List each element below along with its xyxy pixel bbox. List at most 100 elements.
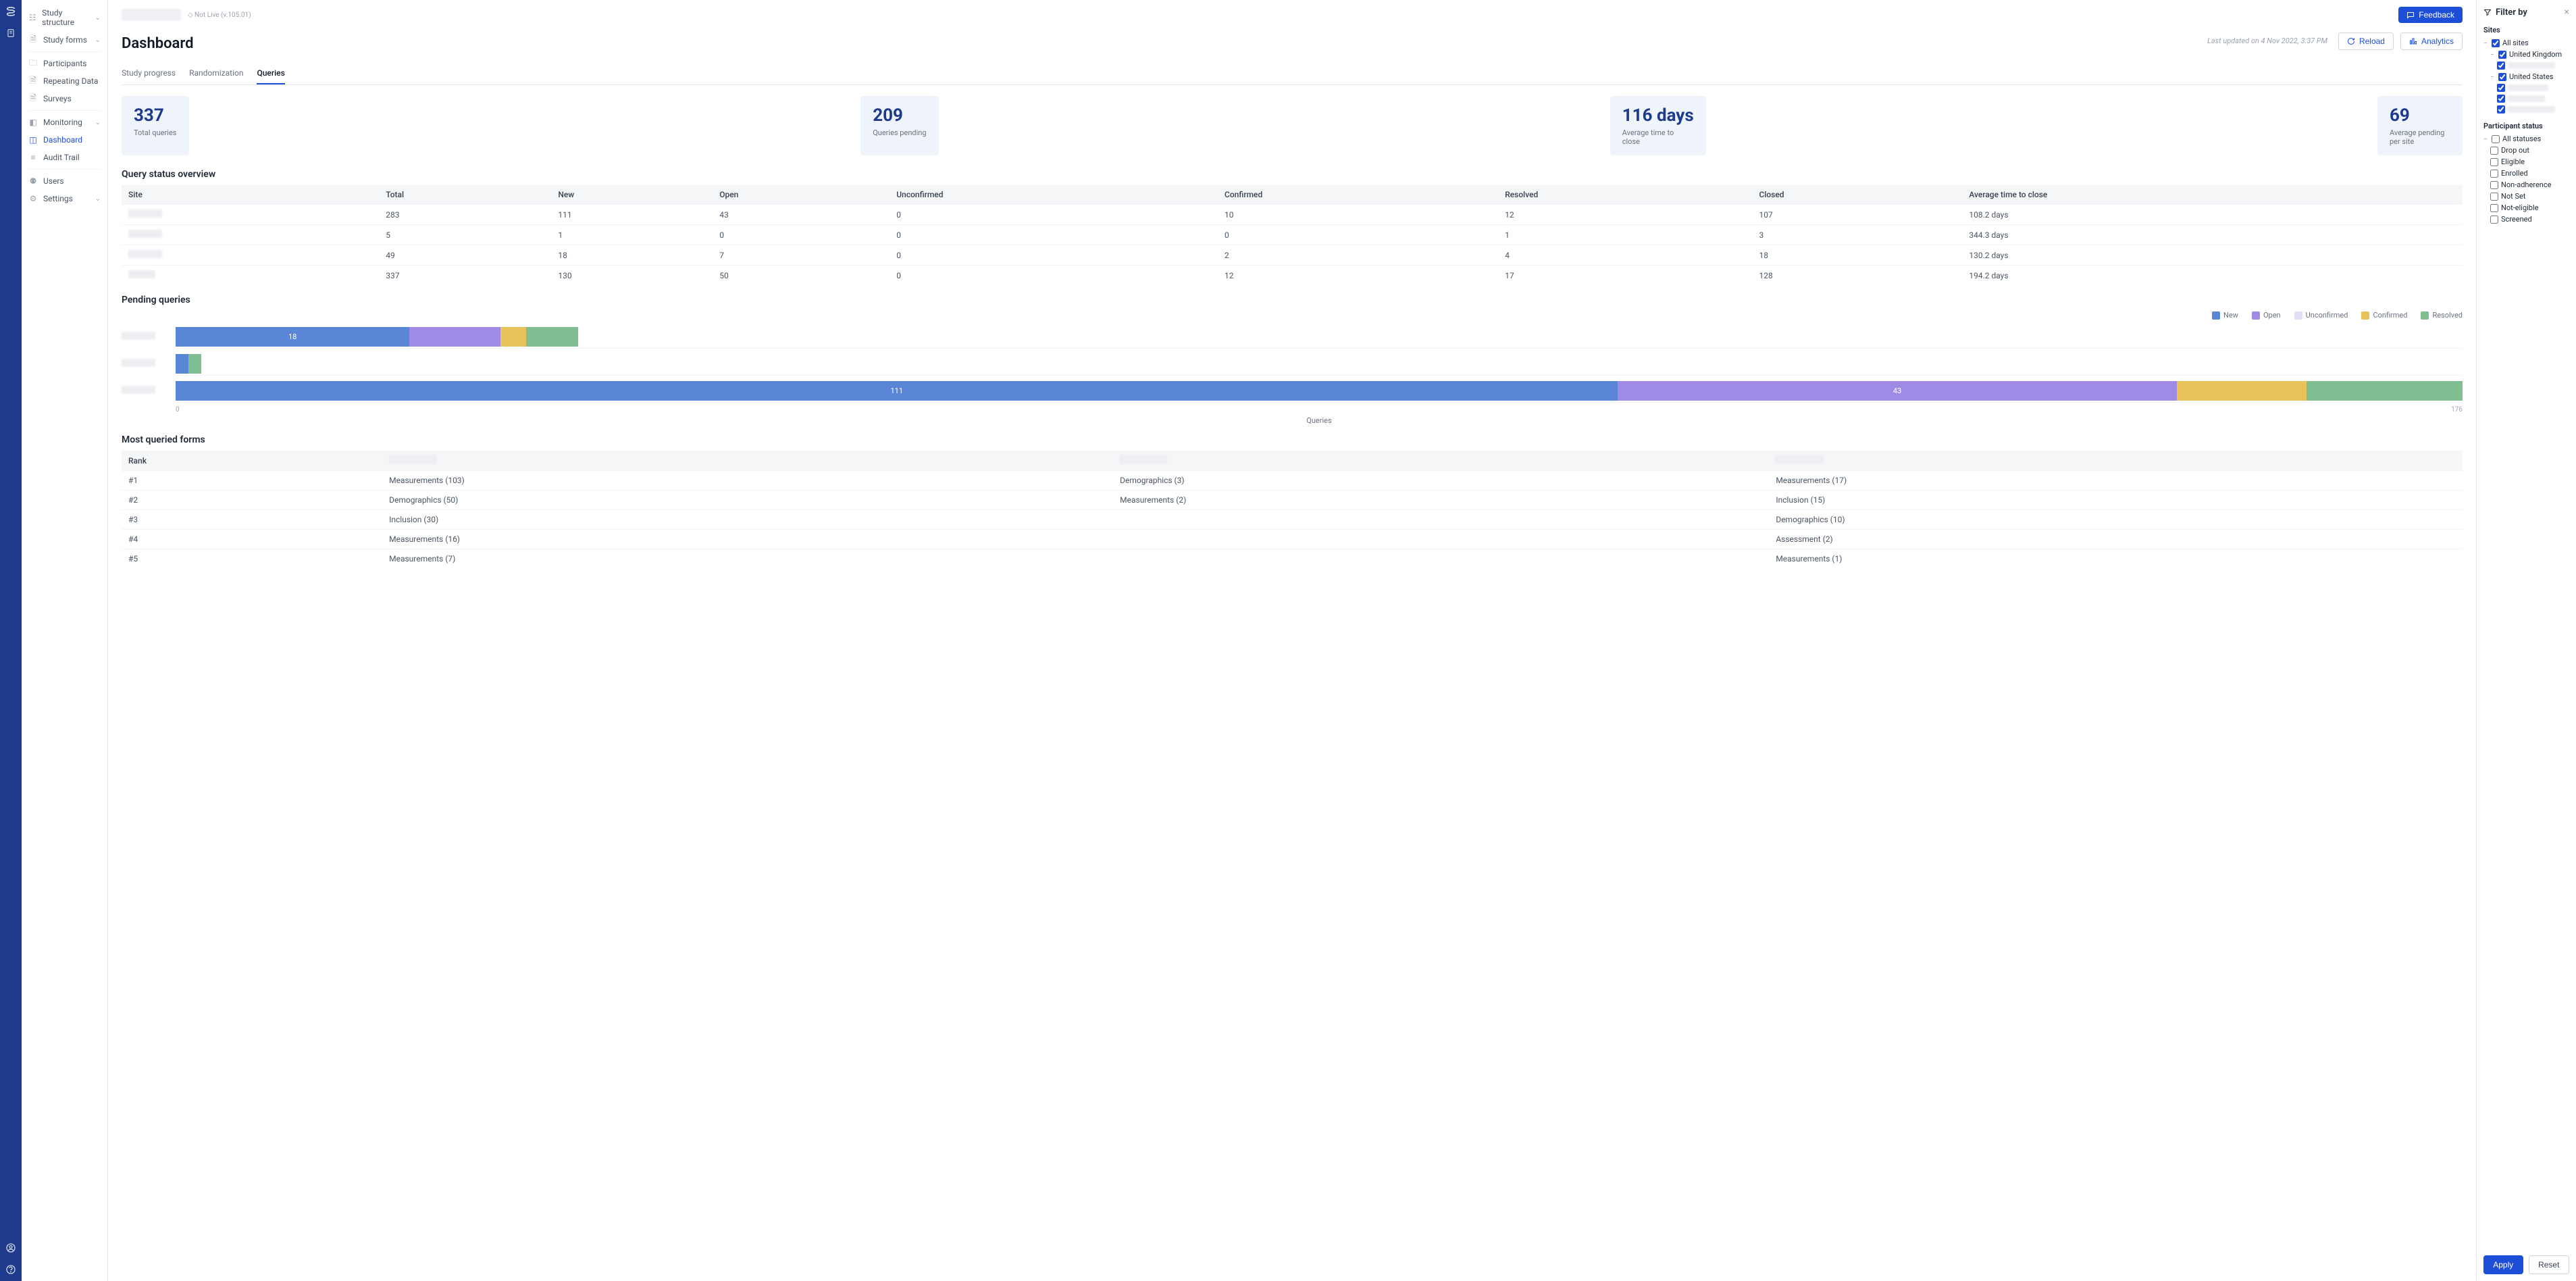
legend-swatch	[2252, 311, 2260, 320]
table-cell: 50	[713, 266, 890, 286]
bar-segment	[2307, 381, 2463, 401]
section-query-status-overview: Query status overview	[122, 169, 2463, 180]
sidebar-item-label: Users	[43, 176, 64, 186]
legend-item: New	[2212, 311, 2238, 320]
tab-queries[interactable]: Queries	[257, 63, 284, 84]
section-most-queried-forms: Most queried forms	[122, 434, 2463, 445]
filter-title-label: Filter by	[2496, 7, 2527, 18]
card-avg-pending-site: 69Average pending per site	[2377, 96, 2463, 155]
analytics-button[interactable]: Analytics	[2400, 32, 2463, 50]
chart-bar-row: 18	[122, 325, 2463, 349]
table-cell: 1	[551, 225, 713, 245]
table-cell: 108.2 days	[1962, 205, 2463, 225]
table-cell: 0	[890, 205, 1218, 225]
status-label: Eligible	[2501, 157, 2525, 166]
clipboard-icon[interactable]	[5, 27, 17, 39]
user-icon[interactable]	[5, 1242, 17, 1254]
status-label: Not Set	[2501, 192, 2525, 201]
tree-toggle[interactable]	[2490, 72, 2496, 81]
table-cell: 0	[890, 266, 1218, 286]
table-cell: 130.2 days	[1962, 245, 2463, 266]
sidebar-item-study-structure[interactable]: ☷Study structure⌄	[22, 4, 107, 31]
header-redacted	[1120, 455, 1167, 463]
table-header	[1113, 451, 1769, 471]
header-redacted	[1776, 455, 1823, 463]
help-icon[interactable]	[5, 1263, 17, 1276]
checkbox-all-sites[interactable]	[2492, 39, 2500, 47]
status-tree: All statuses Drop outEligibleEnrolledNon…	[2483, 133, 2569, 225]
bar-label-redacted	[122, 386, 155, 394]
checkbox-status[interactable]	[2490, 204, 2498, 212]
sidebar-item-label: Study forms	[43, 35, 87, 45]
sidebar-item-monitoring[interactable]: ◧Monitoring⌄	[22, 114, 107, 131]
status-row: Eligible	[2483, 156, 2569, 168]
table-row: 4918702418130.2 days	[122, 245, 2463, 266]
status-row: Not-eligible	[2483, 202, 2569, 214]
sidebar-item-study-forms[interactable]: 🗎Study forms⌄	[22, 31, 107, 49]
card-label: Average time to close	[1622, 128, 1683, 146]
sidebar-item-label: Surveys	[43, 94, 72, 103]
tab-study-progress[interactable]: Study progress	[122, 63, 176, 84]
checkbox-status[interactable]	[2490, 170, 2498, 178]
sidebar-item-repeating-data[interactable]: 🗎Repeating Data	[22, 72, 107, 90]
chevron-down-icon: ⌄	[95, 195, 101, 203]
sidebar-item-audit-trail[interactable]: ≡Audit Trail	[22, 149, 107, 166]
summary-cards: 337Total queries 209Queries pending 116 …	[122, 96, 2463, 155]
sidebar-item-surveys[interactable]: 🗎Surveys	[22, 90, 107, 107]
table-header	[1769, 451, 2463, 471]
checkbox-site[interactable]	[2497, 95, 2505, 103]
apply-button[interactable]: Apply	[2483, 1255, 2523, 1274]
tree-label: United Kingdom	[2509, 50, 2562, 59]
card-value: 209	[873, 105, 926, 126]
sidebar-item-label: Repeating Data	[43, 76, 98, 86]
axis-tick-min: 0	[176, 406, 180, 413]
card-label: Queries pending	[873, 128, 926, 137]
checkbox-status[interactable]	[2490, 147, 2498, 155]
table-header: Resolved	[1498, 185, 1752, 205]
checkbox-status[interactable]	[2490, 193, 2498, 201]
table-header: Rank	[122, 451, 382, 471]
topbar: ◇ Not Live (v.105.01) Feedback	[122, 7, 2463, 23]
checkbox-country[interactable]	[2498, 51, 2506, 59]
close-icon[interactable]: ×	[2565, 7, 2569, 18]
checkbox-site[interactable]	[2497, 61, 2505, 70]
sidebar-item-settings[interactable]: ⚙Settings⌄	[22, 190, 107, 207]
header-redacted	[389, 455, 436, 463]
filter-group-sites: Sites	[2483, 26, 2569, 34]
sidebar-item-users[interactable]: ⚉Users	[22, 172, 107, 190]
table-cell: 344.3 days	[1962, 225, 2463, 245]
tree-toggle[interactable]	[2483, 39, 2489, 47]
sites-tree: All sites United Kingdom United States	[2483, 37, 2569, 115]
tree-toggle[interactable]	[2490, 50, 2496, 59]
checkbox-site[interactable]	[2497, 105, 2505, 114]
status-row: Non-adherence	[2483, 179, 2569, 191]
chart-legend: NewOpenUnconfirmedConfirmedResolved	[122, 311, 2463, 320]
table-header	[382, 451, 1113, 471]
checkbox-status[interactable]	[2490, 181, 2498, 189]
feedback-button[interactable]: Feedback	[2398, 7, 2463, 23]
bar-segment	[500, 327, 526, 347]
table-cell: 18	[551, 245, 713, 266]
checkbox-country[interactable]	[2498, 73, 2506, 81]
site-cell-redacted	[128, 250, 162, 258]
gear-icon: ⚙	[28, 194, 38, 203]
table-header: Total	[379, 185, 551, 205]
table-cell: 107	[1753, 205, 1963, 225]
table-cell: 0	[713, 225, 890, 245]
table-cell: 3	[1753, 225, 1963, 245]
tree-toggle[interactable]	[2483, 134, 2489, 143]
logo-icon[interactable]	[5, 5, 17, 18]
table-row: #1Measurements (103)Demographics (3)Meas…	[122, 471, 2463, 491]
checkbox-site[interactable]	[2497, 84, 2505, 92]
checkbox-status[interactable]	[2490, 216, 2498, 224]
study-status: ◇ Not Live (v.105.01)	[188, 11, 251, 19]
sidebar-item-participants[interactable]: 🗀Participants	[22, 55, 107, 72]
reload-button[interactable]: Reload	[2338, 32, 2394, 50]
checkbox-status[interactable]	[2490, 158, 2498, 166]
tab-randomization[interactable]: Randomization	[189, 63, 243, 84]
table-cell: #1	[122, 471, 382, 491]
checkbox-all-statuses[interactable]	[2492, 135, 2500, 143]
reset-button[interactable]: Reset	[2529, 1255, 2570, 1274]
section-pending-queries: Pending queries	[122, 295, 2463, 305]
sidebar-item-dashboard[interactable]: ◫Dashboard	[22, 131, 107, 149]
